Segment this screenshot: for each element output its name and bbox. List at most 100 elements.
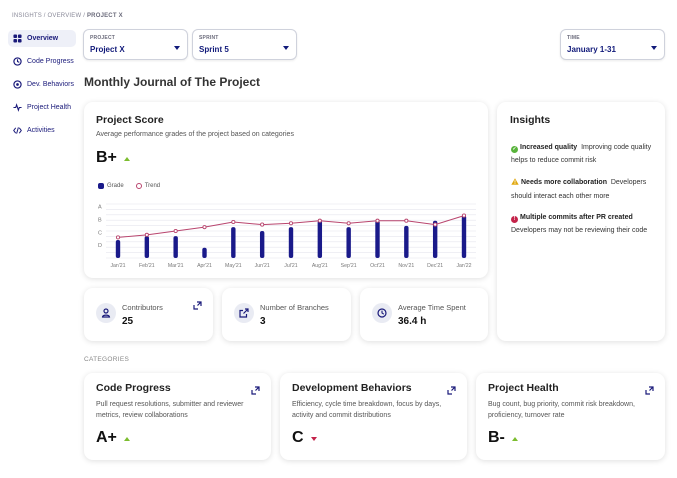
stat-value: 36.4 h (398, 316, 427, 327)
sidebar-item-activities[interactable]: Activities (8, 122, 76, 139)
heartbeat-icon (13, 103, 22, 112)
x-tick-label: Mar'21 (168, 263, 184, 269)
stat-label: Contributors (122, 303, 163, 312)
trend-point (346, 221, 351, 226)
breadcrumb: INSIGHTS / OVERVIEW / PROJECT X (12, 13, 123, 19)
sidebar-item-overview[interactable]: Overview (8, 30, 76, 47)
category-description: Bug count, bug priority, commit risk bre… (488, 401, 635, 419)
alert-circle-icon: ! (511, 216, 518, 223)
category-title: Development Behaviors (292, 382, 412, 394)
insight-item[interactable]: Needs more collaboration Developers shou… (506, 172, 657, 207)
y-tick-label: D (98, 243, 102, 249)
trend-point (260, 222, 265, 227)
project-select[interactable]: PROJECT Project X (83, 29, 188, 60)
trend-point (288, 221, 294, 226)
grade-bar (317, 220, 323, 258)
check-circle-icon: ✓ (511, 146, 518, 153)
page-title: Monthly Journal of The Project (84, 75, 261, 89)
x-tick-label: Jul'21 (284, 263, 298, 269)
grid-icon (13, 34, 22, 43)
sidebar-item-project-health[interactable]: Project Health (8, 99, 76, 116)
expand-icon[interactable] (447, 382, 456, 395)
code-progress-icon (13, 57, 22, 66)
insight-text: Developers may not be reviewing their co… (511, 227, 648, 234)
time-select-label: TIME (567, 35, 580, 41)
y-tick-label: B (98, 217, 102, 223)
y-tick-label: C (98, 230, 102, 236)
sidebar-item-code-progress[interactable]: Code Progress (8, 53, 76, 70)
sidebar-nav: Overview Code Progress Dev. Behaviors Pr… (8, 30, 76, 145)
category-card-dev-behaviors[interactable]: Development Behaviors Efficiency, cycle … (280, 373, 467, 460)
external-link-icon (234, 303, 254, 323)
category-card-code-progress[interactable]: Code Progress Pull request resolutions, … (84, 373, 271, 460)
warning-icon (511, 177, 519, 190)
grade-bar (231, 227, 236, 258)
category-description: Pull request resolutions, submitter and … (96, 401, 244, 419)
insight-item[interactable]: ! Multiple commits after PR created Develo… (506, 207, 657, 241)
sprint-select-label: SPRINT (199, 35, 219, 41)
x-tick-label: Jan'21 (110, 263, 125, 269)
code-icon (13, 126, 22, 135)
breadcrumb-path[interactable]: INSIGHTS / OVERVIEW / (12, 13, 87, 19)
insights-title: Insights (510, 114, 551, 126)
sidebar-item-label: Project Health (27, 104, 71, 111)
score-chart: AB C D Jan'21 Feb'21 Mar'21 Apr'21 May'21 Jun'2… (98, 203, 476, 269)
x-tick-label: Jan'22 (456, 263, 471, 269)
trend-point (404, 218, 409, 223)
grade-bar (346, 227, 351, 258)
x-tick-label: Jun'21 (255, 263, 270, 269)
x-tick-label: Oct'21 (370, 263, 385, 269)
trend-point (202, 225, 207, 230)
grade-bar (461, 215, 467, 258)
insight-bold: Multiple commits after PR created (520, 214, 633, 221)
user-icon (96, 303, 116, 323)
sprint-select-value: Sprint 5 (199, 45, 229, 54)
time-select[interactable]: TIME January 1-31 (560, 29, 665, 60)
expand-icon[interactable] (251, 382, 260, 395)
grade-bar (202, 247, 207, 258)
sidebar-item-label: Activities (27, 127, 55, 134)
stat-value: 3 (260, 316, 266, 327)
x-tick-label: Feb'21 (139, 263, 155, 269)
grade-value: A+ (96, 429, 117, 446)
clock-icon (372, 303, 392, 323)
insight-bold: Increased quality (520, 144, 578, 151)
stat-card-branches: Number of Branches 3 (222, 288, 351, 341)
category-description: Efficiency, cycle time breakdown, focus … (292, 401, 442, 419)
insight-item[interactable]: ✓ Increased quality Improving code qualit… (506, 137, 657, 171)
stat-label: Average Time Spent (398, 303, 466, 312)
category-card-project-health[interactable]: Project Health Bug count, bug priority, … (476, 373, 665, 460)
stat-card-contributors: Contributors 25 (84, 288, 213, 341)
trend-down-icon (310, 437, 317, 441)
category-grade: C (292, 429, 317, 447)
trend-point (317, 218, 322, 223)
trend-point (375, 218, 380, 223)
breadcrumb-current: PROJECT X (86, 13, 123, 19)
behaviors-icon (13, 80, 22, 89)
trend-point (173, 228, 178, 234)
grade-bar (173, 236, 178, 258)
grade-bar (288, 227, 294, 258)
x-tick-label: Nov'21 (398, 263, 414, 269)
stat-label: Number of Branches (260, 303, 329, 312)
category-grade: A+ (96, 429, 130, 447)
expand-icon[interactable] (193, 297, 202, 310)
sidebar-item-dev-behaviors[interactable]: Dev. Behaviors (8, 76, 76, 93)
grade-value: B- (488, 429, 505, 446)
trend-point (115, 235, 121, 240)
y-tick-label: A (98, 205, 102, 211)
sidebar-item-label: Overview (27, 35, 59, 42)
sprint-select[interactable]: SPRINT Sprint 5 (192, 29, 297, 60)
grade-bar (404, 225, 409, 258)
grade-bar (115, 240, 121, 258)
category-title: Code Progress (96, 382, 171, 394)
insights-card: Insights ✓ Increased quality Improving co… (497, 102, 665, 341)
stat-card-time-spent: Average Time Spent 36.4 h (360, 288, 488, 341)
project-select-label: PROJECT (90, 35, 116, 41)
x-tick-label: Aug'21 (312, 263, 328, 269)
category-title: Project Health (488, 382, 559, 394)
grade-value: C (292, 429, 304, 446)
project-select-value: Project X (90, 45, 125, 54)
expand-icon[interactable] (645, 382, 654, 395)
trend-up-icon (123, 437, 130, 441)
